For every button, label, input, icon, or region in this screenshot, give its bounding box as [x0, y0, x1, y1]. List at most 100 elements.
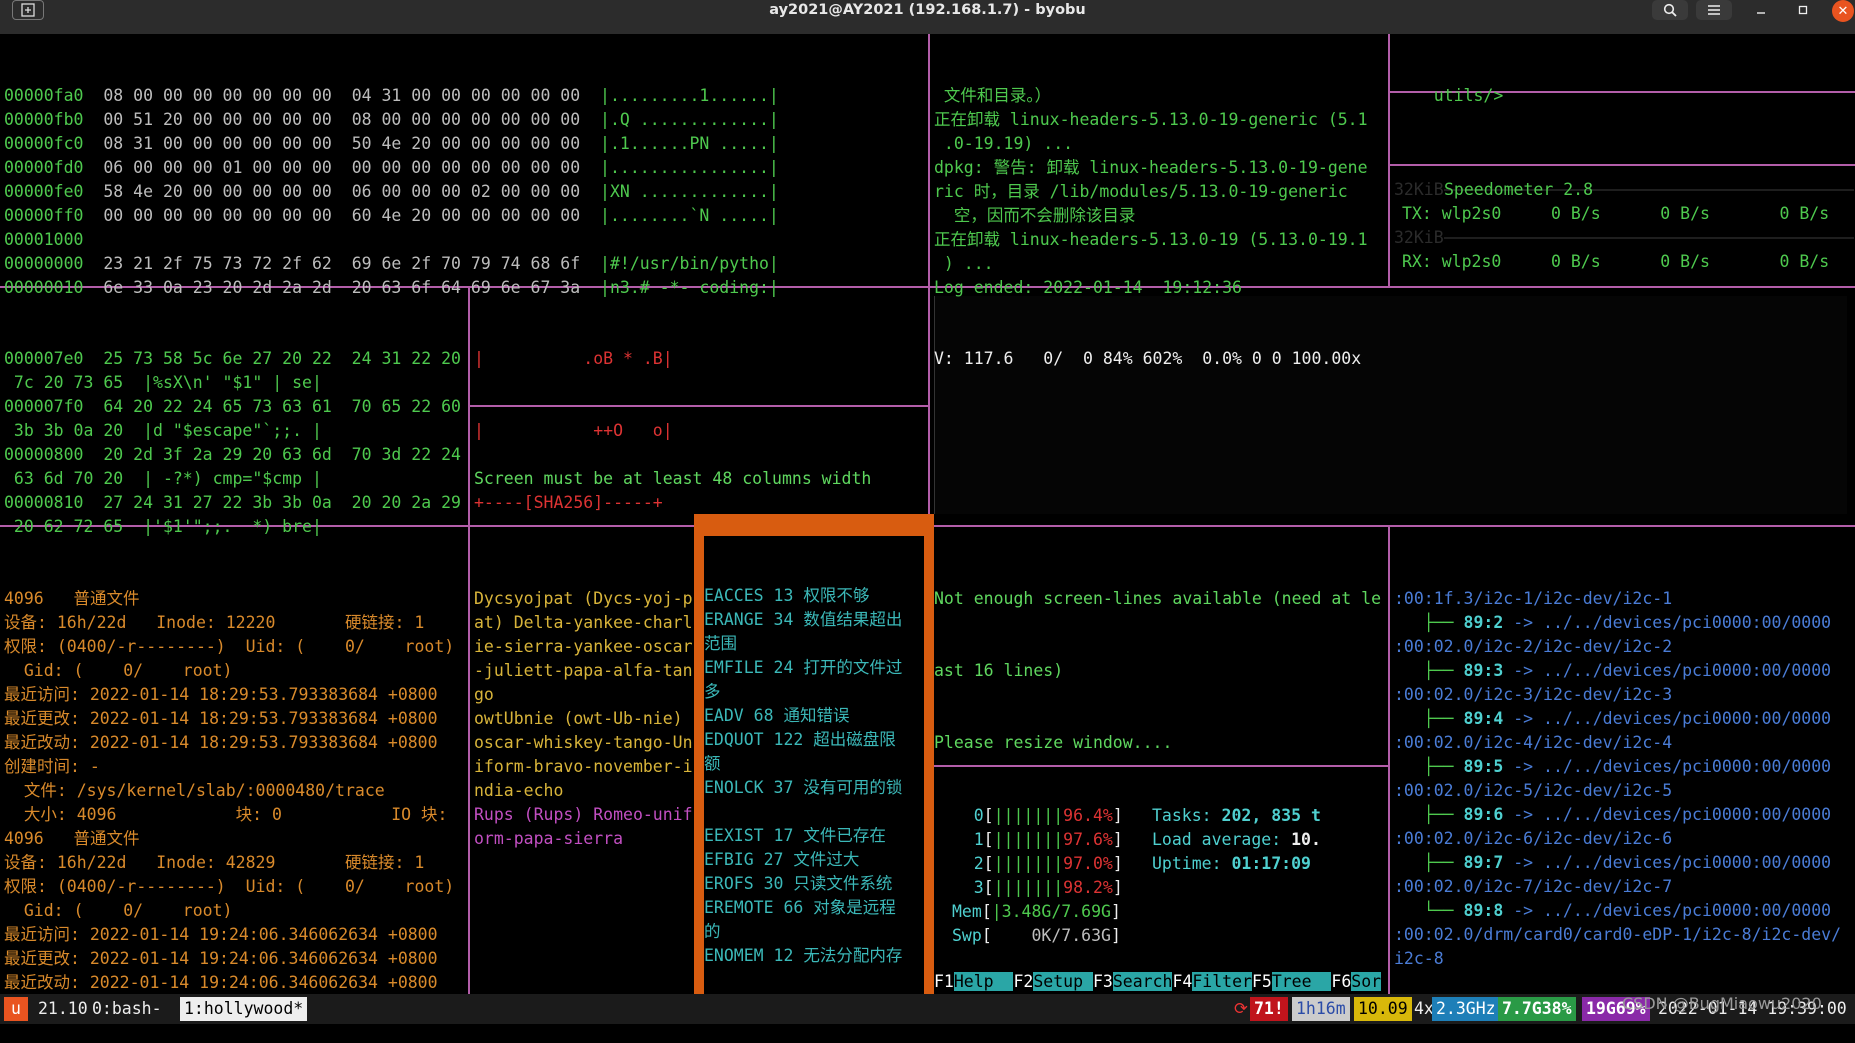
- tree-line: ├── 89:3 -> ../../devices/pci0000:00/000…: [1394, 659, 1854, 683]
- nato-line: ie-sierra-yankee-oscar: [474, 637, 693, 656]
- htop-cpu-meter: 0[|||||||96.4%]: [934, 804, 1154, 828]
- hexdump-mid-row: 63 6d 70 20 | -?*) cmp="$cmp |: [4, 469, 322, 488]
- cpu-bracket: ]: [1112, 830, 1123, 849]
- release-version: 21.10: [38, 999, 88, 1018]
- cpu-pct: 96.4%: [1063, 806, 1113, 825]
- close-icon[interactable]: ✕: [1832, 0, 1854, 22]
- hex-ascii: |n3.# -*- coding:|: [580, 278, 779, 297]
- errno-line: 范围: [704, 634, 737, 653]
- nato-pane[interactable]: Dycsyojpat (Dycs-yoj-p at) Delta-yankee-c…: [474, 539, 694, 875]
- hamburger-menu-icon[interactable]: [1696, 0, 1732, 20]
- tree-link-name: 89:4: [1463, 709, 1504, 728]
- hex-bytes: 08 00 00 00 00 00 00 00 04 31 00 00 00 0…: [83, 86, 581, 105]
- errno-pane[interactable]: EACCES 13 权限不够 ERANGE 34 数值结果超出 范围 EMFILE 2…: [704, 536, 924, 994]
- pane-divider: [1388, 164, 1855, 166]
- hexdump-mid-row: 3b 3b 0a 20 |d "$escape"`;;. |: [4, 421, 322, 440]
- speed-scale-label: 32KiB: [1394, 180, 1444, 199]
- tree-link-name: 89:6: [1463, 805, 1504, 824]
- screen-warning-pane[interactable]: Screen must be at least 48 columns width: [474, 419, 924, 515]
- speed-scale-label: 32KiB: [1394, 228, 1444, 247]
- stat-pane[interactable]: 4096 普通文件 设备: 16h/22d Inode: 12220 硬链接: 1…: [4, 539, 466, 994]
- tree-line: └── 89:8 -> ../../devices/pci0000:00/000…: [1394, 899, 1854, 923]
- hexdump-mid-row: 00000800 20 2d 3f 2a 29 20 63 6d 70 3d 2…: [4, 445, 461, 464]
- errno-line: ENOLCK 37 没有可用的锁: [704, 778, 903, 797]
- utils-pane[interactable]: utils/>: [1394, 36, 1854, 132]
- htop-fkey: F3: [1092, 972, 1113, 991]
- pane-divider: [1388, 34, 1390, 286]
- tree-branch: ├──: [1394, 757, 1464, 776]
- htop-fkey-label[interactable]: Tree: [1271, 972, 1332, 991]
- htop-fkey-label[interactable]: Sor: [1351, 972, 1382, 991]
- cpu-frequency: 2.3GHz: [1432, 997, 1500, 1021]
- htop-uptime: Uptime: 01:17:09: [1152, 854, 1311, 873]
- errno-line: [704, 968, 924, 992]
- hexdump-row: 00000fc0 08 31 00 00 00 00 00 00 50 4e 2…: [4, 132, 924, 156]
- tree-pane[interactable]: :00:1f.3/i2c-1/i2c-dev/i2c-1 ├── 89:2 ->…: [1394, 539, 1854, 1043]
- hexdump-pane[interactable]: 00000fa0 08 00 00 00 00 00 00 00 04 31 0…: [4, 36, 924, 324]
- htop-mem: Mem[|3.48G/7.69G]: [952, 902, 1121, 921]
- cpu-bracket: [: [983, 878, 994, 897]
- hex-ascii: |#!/usr/bin/pytho|: [580, 254, 779, 273]
- hex-ascii: |.Q .............|: [580, 110, 779, 129]
- uptime: 1h16m: [1292, 997, 1350, 1021]
- dpkg-log-pane[interactable]: 文件和目录。） 正在卸载 linux-headers-5.13.0-19-gene…: [934, 36, 1386, 324]
- tree-branch: ├──: [1394, 853, 1464, 872]
- tree-line: i2c-8: [1394, 949, 1444, 968]
- speedometer-title: Speedometer 2.8: [1444, 180, 1594, 199]
- hexdump-row: 00001000: [4, 228, 924, 252]
- hex-bytes: 23 21 2f 75 73 72 2f 62 69 6e 2f 70 79 7…: [83, 254, 581, 273]
- mplayer-status: V: 117.6 0/ 0 84% 602% 0.0% 0 0 100.00x: [934, 349, 1362, 368]
- minimize-icon[interactable]: [1748, 0, 1774, 20]
- errno-line: 多: [704, 682, 721, 701]
- htop-fkey-label[interactable]: Help: [953, 972, 1014, 991]
- stat-line: 设备: 16h/22d Inode: 12220 硬链接: 1: [4, 613, 425, 632]
- maximize-icon[interactable]: [1790, 0, 1816, 20]
- tree-branch: ├──: [1394, 613, 1464, 632]
- hexdump-mid-pane[interactable]: 000007e0 25 73 58 5c 6e 27 20 22 24 31 2…: [4, 299, 466, 563]
- htop-fkey: F1: [934, 972, 954, 991]
- htop-fkey-label[interactable]: Search: [1112, 972, 1173, 991]
- stat-line: 最近访问: 2022-01-14 19:24:06.346062634 +080…: [4, 925, 438, 944]
- window-tab-1[interactable]: 1:hollywood*: [180, 997, 308, 1021]
- errno-line: [704, 800, 924, 824]
- pane-divider: [468, 286, 470, 994]
- screen-lines-pane[interactable]: Not enough screen-lines available (need …: [934, 539, 1386, 779]
- load-average: 10.09: [1354, 997, 1412, 1021]
- reboot-icon: ⟳: [1234, 999, 1248, 1018]
- htop-pane[interactable]: 0[|||||||96.4%] 1[|||||||97.6%] 2[||||||…: [934, 804, 1386, 972]
- tree-line: :00:02.0/i2c-3/i2c-dev/i2c-3: [1394, 685, 1673, 704]
- stat-line: Gid: ( 0/ root): [4, 661, 233, 680]
- tree-link-target: -> ../../devices/pci0000:00/0000: [1503, 901, 1832, 920]
- tree-branch: └──: [1394, 901, 1464, 920]
- hexdump-row: 00000fb0 00 51 20 00 00 00 00 00 08 00 0…: [4, 108, 924, 132]
- speed-rx: RX: wlp2s0 0 B/s 0 B/s 0 B/s: [1402, 252, 1830, 271]
- dpkg-log-line: 空，因而不会删除该目录: [934, 206, 1136, 225]
- title-bar: ay2021@AY2021 (192.168.1.7) - byobu ✕: [0, 0, 1855, 34]
- htop-cpu-meter: 2[|||||||97.0%]: [934, 852, 1154, 876]
- hexdump-row: 00000fd0 06 00 00 00 01 00 00 00 00 00 0…: [4, 156, 924, 180]
- tree-line: :00:02.0/i2c-6/i2c-dev/i2c-6: [1394, 829, 1673, 848]
- speed-graph-line: [1444, 237, 1854, 239]
- hex-bytes: 00 00 00 00 00 00 00 00 60 4e 20 00 00 0…: [83, 206, 581, 225]
- errno-line: EROFS 30 只读文件系统: [704, 874, 893, 893]
- stat-line: 创建时间: -: [4, 757, 100, 776]
- speedometer-pane[interactable]: 32KiB Speedometer 2.8 TX: wlp2s0 0 B/s 0…: [1394, 178, 1854, 286]
- errno-line: EACCES 13 权限不够: [704, 586, 870, 605]
- tree-line: :00:02.0/drm/card0/card0-eDP-1/i2c-8/i2c…: [1394, 925, 1842, 944]
- mplayer-pane[interactable]: V: 117.6 0/ 0 84% 602% 0.0% 0 0 100.00x: [934, 299, 1844, 395]
- hex-offset: 00000000: [4, 254, 84, 273]
- htop-cpu-meter: 3[|||||||98.2%]: [934, 876, 1154, 900]
- hexdump-row: 00000fa0 08 00 00 00 00 00 00 00 04 31 0…: [4, 84, 924, 108]
- htop-fkey-label[interactable]: Filter: [1192, 972, 1252, 991]
- tree-link-name: 89:3: [1463, 661, 1504, 680]
- hex-bytes: 06 00 00 00 01 00 00 00 00 00 00 00 00 0…: [83, 158, 581, 177]
- screen-lines-text: Please resize window....: [934, 733, 1173, 752]
- hex-offset: 00000fe0: [4, 182, 84, 201]
- errno-line: EADV 68 通知错误: [704, 706, 850, 725]
- search-icon[interactable]: [1652, 0, 1688, 20]
- hexdump-mid-row: 00000810 27 24 31 27 22 3b 3b 0a 20 20 2…: [4, 493, 461, 512]
- htop-fkey-label[interactable]: Setup: [1033, 972, 1093, 991]
- window-tab-0[interactable]: 0:bash-: [88, 997, 166, 1021]
- hex-bytes: 00 51 20 00 00 00 00 00 08 00 00 00 00 0…: [83, 110, 581, 129]
- dpkg-log-line: .0-19.19) ...: [934, 134, 1074, 153]
